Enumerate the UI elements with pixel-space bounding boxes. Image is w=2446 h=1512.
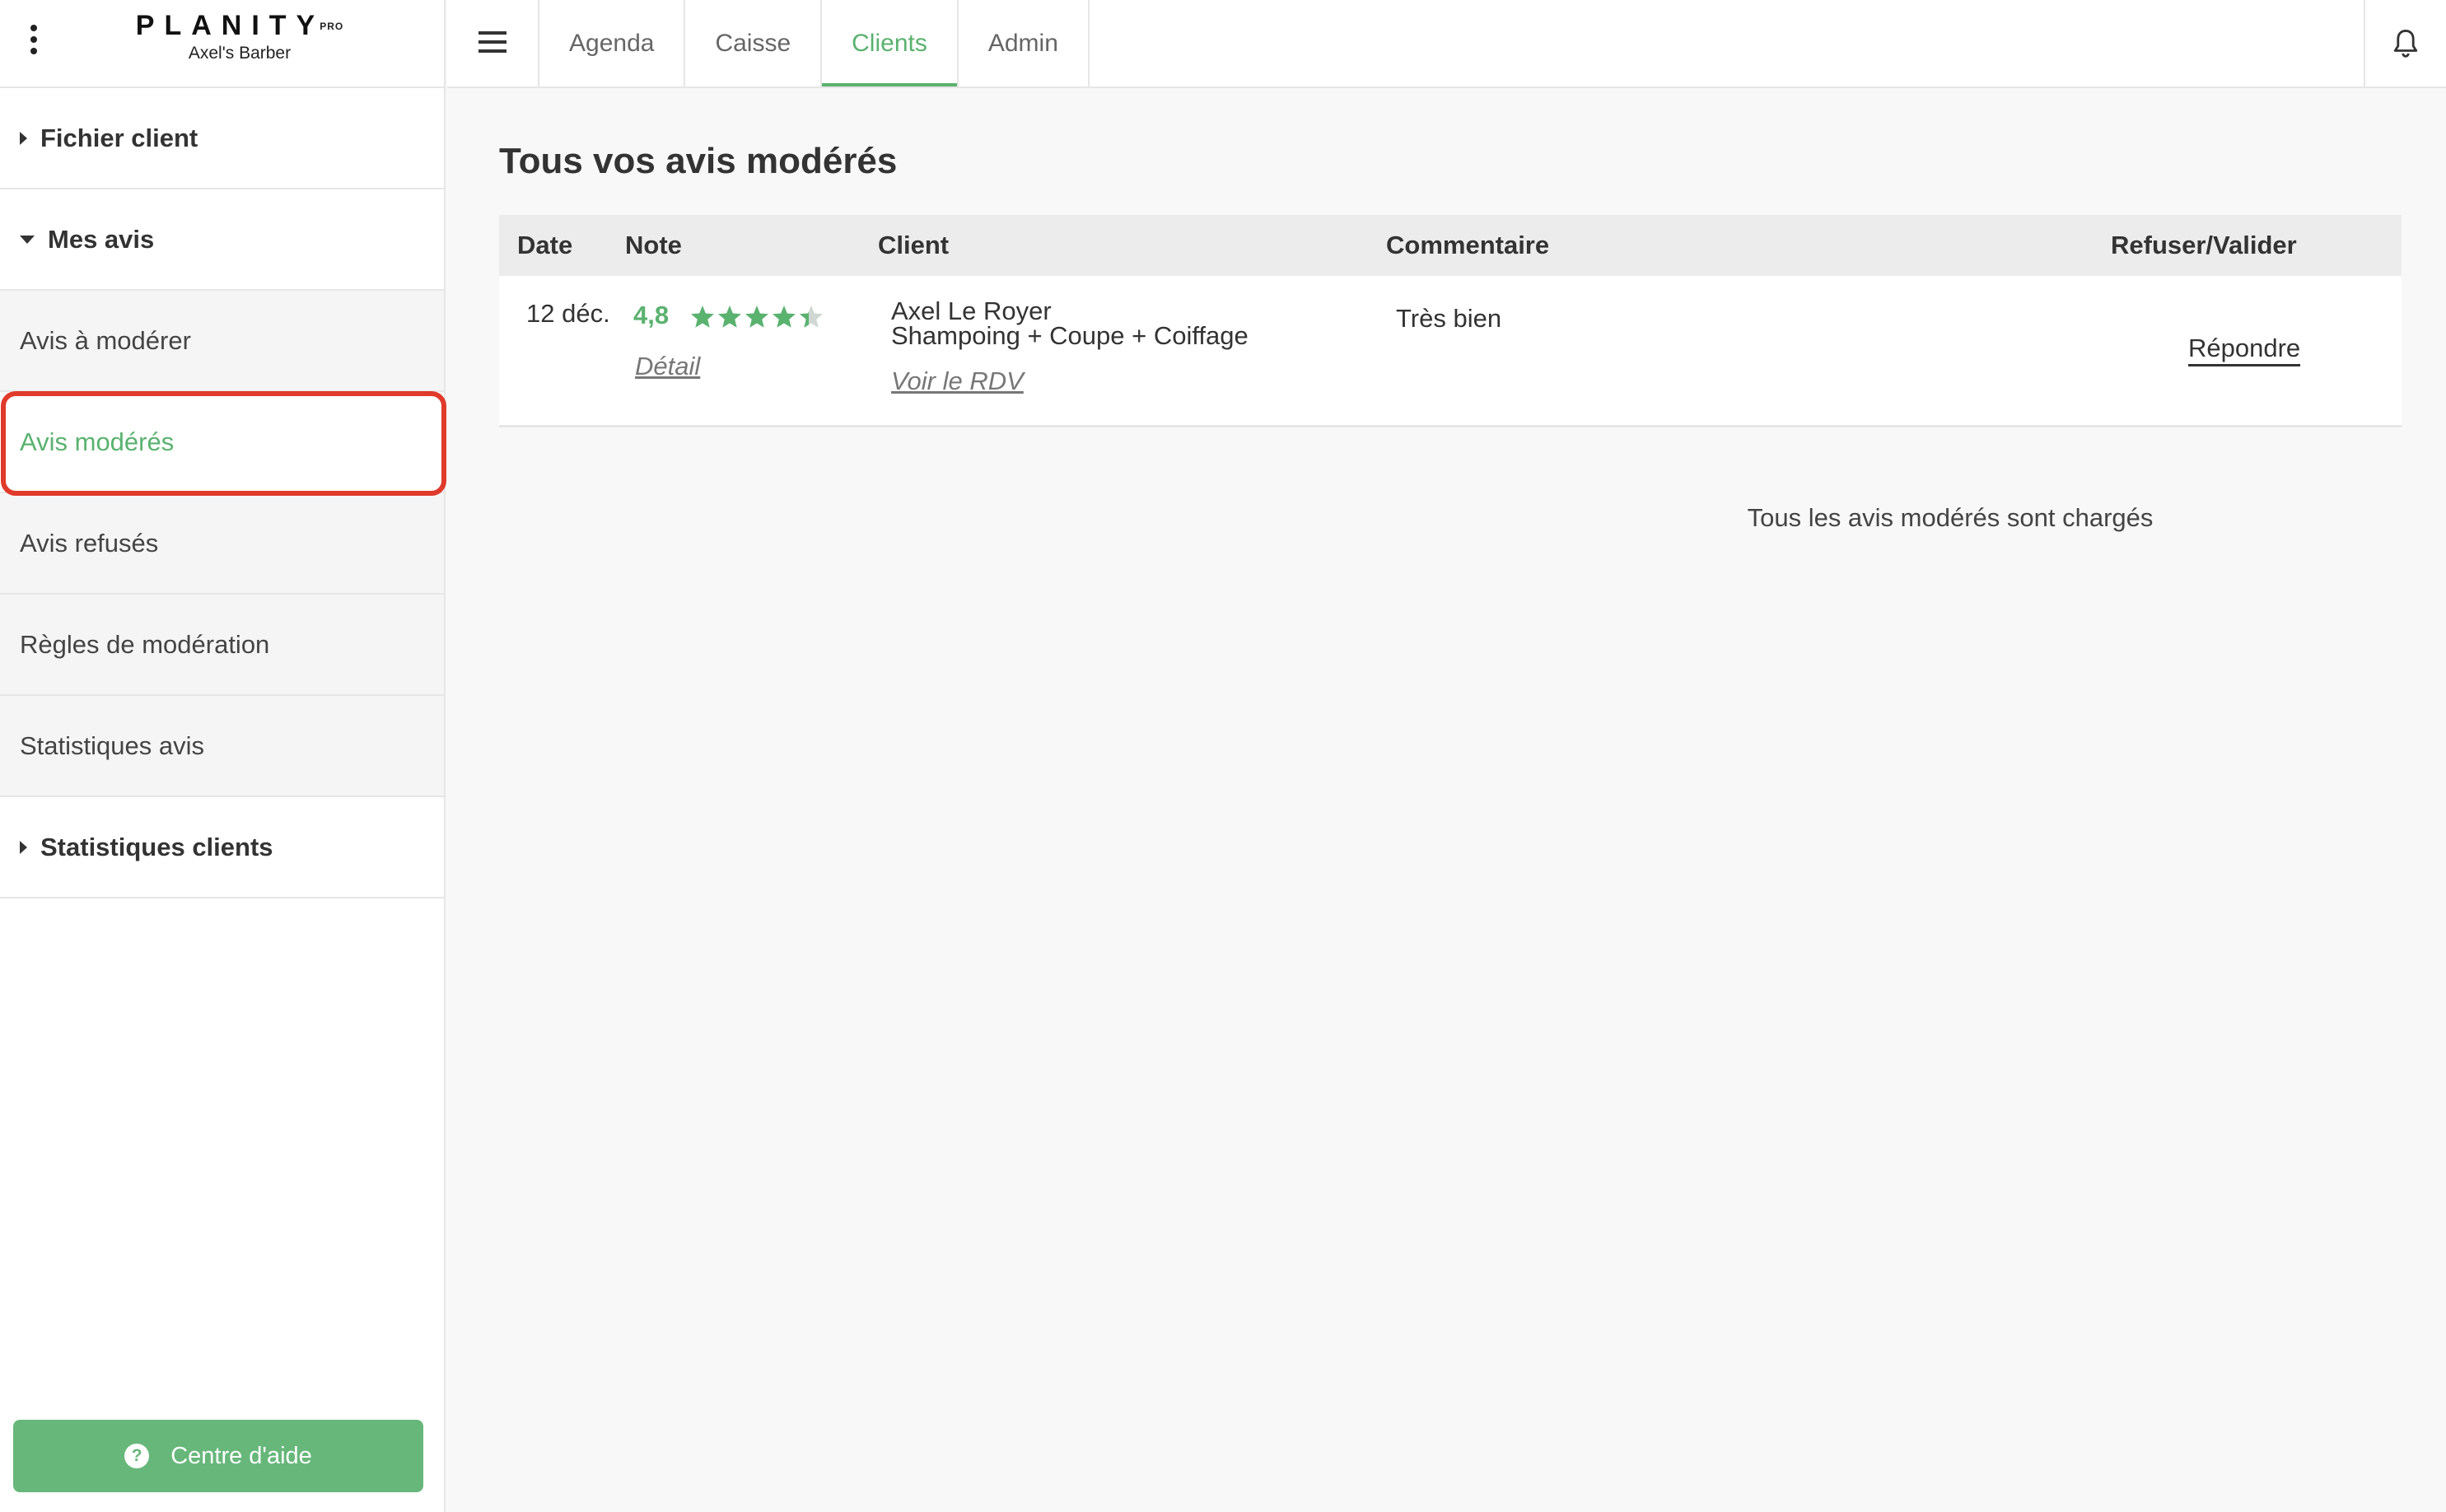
sidebar-item-avis-a-moderer[interactable]: Avis à modérer	[0, 291, 444, 392]
tab-agenda[interactable]: Agenda	[539, 0, 686, 86]
tab-caisse[interactable]: Caisse	[685, 0, 823, 86]
tab-label: Clients	[852, 29, 927, 57]
service-name: Shampoing + Coupe + Coiffage	[891, 321, 1249, 350]
sidebar-item-label: Avis modérés	[20, 427, 175, 456]
tab-admin[interactable]: Admin	[959, 0, 1090, 86]
table-row: 12 déc. 4,8 Détail Axel Le Royer Shampoi…	[499, 276, 2402, 427]
sidebar-item-label: Statistiques avis	[20, 730, 204, 760]
menu-icon[interactable]	[447, 0, 539, 86]
tab-label: Admin	[987, 29, 1058, 57]
help-question-icon: ?	[124, 1444, 150, 1468]
client-name: Axel Le Royer	[891, 296, 1052, 325]
column-header-date: Date	[517, 231, 573, 259]
column-header-commentaire: Commentaire	[1386, 231, 1550, 259]
sidebar-section-statistiques-clients[interactable]: Statistiques clients	[0, 797, 444, 898]
sidebar-section-label: Fichier client	[40, 123, 198, 152]
review-comment: Très bien	[1396, 304, 1502, 333]
help-center-label: Centre d'aide	[170, 1442, 312, 1469]
client-info: Axel Le Royer Shampoing + Coupe + Coiffa…	[891, 296, 1249, 350]
column-header-client: Client	[878, 231, 950, 259]
sidebar-item-label: Avis à modérer	[20, 325, 191, 355]
notifications-button[interactable]	[2364, 0, 2446, 86]
sidebar: PLANITYPRO Axel's Barber Fichier client …	[0, 0, 446, 1512]
view-appointment-link[interactable]: Voir le RDV	[891, 366, 1024, 396]
tab-label: Agenda	[569, 29, 655, 57]
salon-name: Axel's Barber	[188, 44, 292, 63]
sidebar-item-avis-refuses[interactable]: Avis refusés	[0, 493, 444, 595]
top-navigation: Agenda Caisse Clients Admin	[447, 0, 2446, 88]
table-header: Date Note Client Commentaire Refuser/Val…	[499, 215, 2402, 276]
caret-down-icon	[20, 235, 35, 244]
reply-button[interactable]: Répondre	[2188, 334, 2301, 366]
more-options-icon[interactable]	[28, 25, 40, 58]
sidebar-section-label: Mes avis	[48, 224, 155, 254]
reply-label: Répondre	[2188, 334, 2301, 366]
tab-clients[interactable]: Clients	[822, 0, 959, 86]
caret-right-icon	[20, 131, 27, 145]
brand-header: PLANITYPRO Axel's Barber	[0, 0, 444, 88]
main-content: Tous vos avis modérés Date Note Client C…	[447, 88, 2446, 1512]
sidebar-item-regles-moderation[interactable]: Règles de modération	[0, 595, 444, 696]
sidebar-item-label: Avis refusés	[20, 528, 159, 558]
column-header-refuser-valider: Refuser/Valider	[2111, 231, 2297, 259]
sidebar-item-avis-moderes[interactable]: Avis modérés	[0, 392, 444, 493]
logo-wordmark: PLANITY	[135, 10, 325, 41]
tab-label: Caisse	[715, 29, 791, 57]
help-center-button[interactable]: ? Centre d'aide	[13, 1420, 423, 1492]
review-date: 12 déc.	[526, 299, 610, 328]
detail-link[interactable]: Détail	[635, 352, 700, 381]
reviews-table: Date Note Client Commentaire Refuser/Val…	[499, 215, 2402, 427]
sidebar-section-mes-avis[interactable]: Mes avis	[0, 189, 444, 291]
sidebar-section-label: Statistiques clients	[40, 832, 273, 861]
page-title: Tous vos avis modérés	[499, 141, 898, 181]
sidebar-section-fichier-client[interactable]: Fichier client	[0, 88, 444, 189]
sidebar-item-statistiques-avis[interactable]: Statistiques avis	[0, 696, 444, 797]
bell-icon	[2393, 29, 2418, 58]
all-loaded-message: Tous les avis modérés sont chargés	[1747, 503, 2154, 532]
caret-right-icon	[20, 840, 27, 854]
column-header-note: Note	[625, 231, 682, 259]
star-rating	[689, 302, 824, 337]
stars-icon	[691, 306, 823, 328]
review-rating: 4,8	[633, 301, 670, 329]
planity-logo: PLANITYPRO Axel's Barber	[128, 10, 351, 63]
logo-pro-badge: PRO	[320, 20, 344, 32]
main-tabs: Agenda Caisse Clients Admin	[539, 0, 1090, 86]
sidebar-item-label: Règles de modération	[20, 629, 270, 659]
